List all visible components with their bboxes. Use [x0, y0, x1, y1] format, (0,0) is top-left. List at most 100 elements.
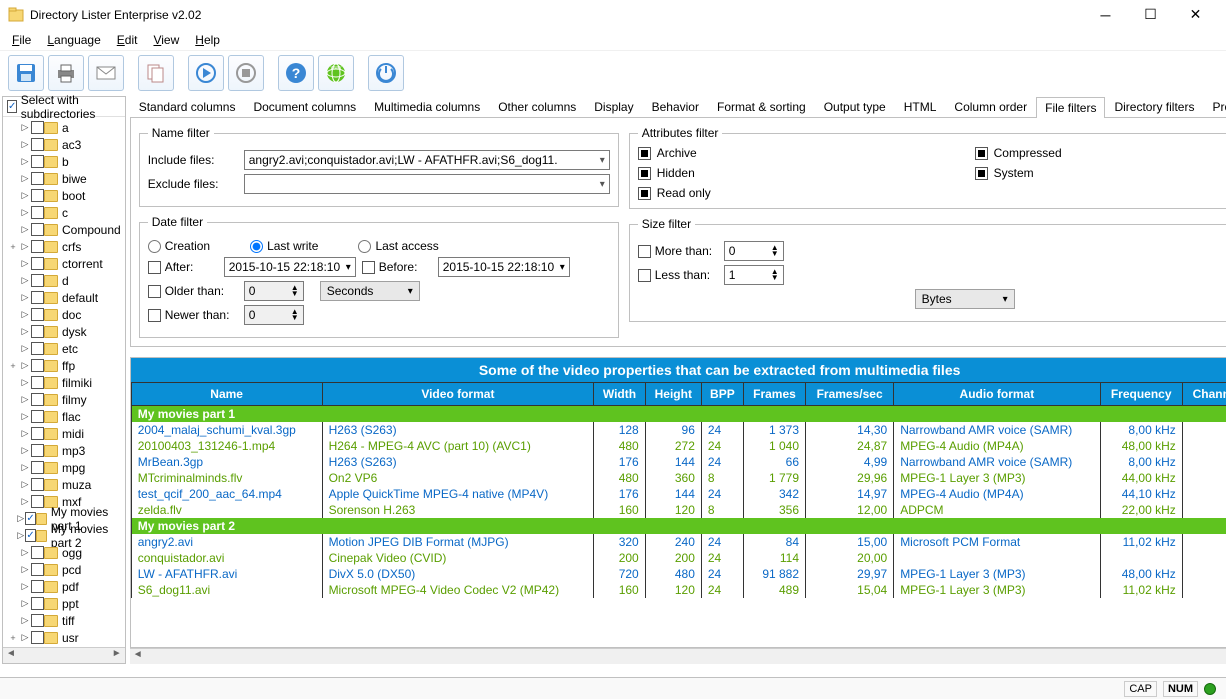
tree-item[interactable]: ▷c — [7, 204, 121, 221]
less-than-checkbox[interactable]: Less than: — [638, 268, 718, 282]
table-row[interactable]: test_qcif_200_aac_64.mp4Apple QuickTime … — [131, 486, 1226, 502]
table-row[interactable]: 2004_malaj_schumi_kval.3gpH263 (S263)128… — [131, 422, 1226, 438]
menu-language[interactable]: Language — [47, 33, 100, 47]
col-header[interactable]: Name — [131, 383, 322, 406]
table-row[interactable]: 20100403_131246-1.mp4H264 - MPEG-4 AVC (… — [131, 438, 1226, 454]
tab-format-sorting[interactable]: Format & sorting — [708, 96, 815, 117]
menu-help[interactable]: Help — [195, 33, 220, 47]
tab-column-order[interactable]: Column order — [945, 96, 1036, 117]
directory-tree[interactable]: ▷a▷ac3▷b▷biwe▷boot▷c▷Compound+▷crfs▷ctor… — [3, 117, 125, 647]
after-date-input[interactable]: 2015-10-15 22:18:10▾ — [224, 257, 356, 277]
radio-last-access[interactable]: Last access — [358, 239, 438, 253]
save-button[interactable] — [8, 55, 44, 91]
email-button[interactable] — [88, 55, 124, 91]
col-header[interactable]: Frames — [743, 383, 805, 406]
tab-file-filters[interactable]: File filters — [1036, 97, 1105, 118]
tab-document-columns[interactable]: Document columns — [244, 96, 365, 117]
minimize-button[interactable]: ─ — [1083, 0, 1128, 30]
attr-system[interactable]: System — [975, 166, 1226, 180]
col-header[interactable]: Audio format — [894, 383, 1100, 406]
maximize-button[interactable]: ☐ — [1128, 0, 1173, 30]
col-header[interactable]: Height — [645, 383, 701, 406]
tree-item[interactable]: ▷a — [7, 119, 121, 136]
attr-compressed[interactable]: Compressed — [975, 146, 1226, 160]
tree-item[interactable]: ▷✓My movies part 2 — [7, 527, 121, 544]
tab-directory-filters[interactable]: Directory filters — [1105, 96, 1203, 117]
attr-archive[interactable]: Archive — [638, 146, 955, 160]
exclude-files-combo[interactable]: ▾ — [244, 174, 610, 194]
tree-item[interactable]: ▷biwe — [7, 170, 121, 187]
older-than-spinner[interactable]: 0▲▼ — [244, 281, 304, 301]
radio-last-write[interactable]: Last write — [250, 239, 318, 253]
before-date-input[interactable]: 2015-10-15 22:18:10▾ — [438, 257, 570, 277]
tree-item[interactable]: +▷ffp — [7, 357, 121, 374]
tree-item[interactable]: ▷ctorrent — [7, 255, 121, 272]
stop-button[interactable] — [228, 55, 264, 91]
tree-item[interactable]: ▷mp3 — [7, 442, 121, 459]
more-than-spinner[interactable]: 0▲▼ — [724, 241, 784, 261]
tree-item[interactable]: ▷b — [7, 153, 121, 170]
close-button[interactable]: ✕ — [1173, 0, 1218, 30]
newer-than-spinner[interactable]: 0▲▼ — [244, 305, 304, 325]
table-row[interactable]: S6_dog11.aviMicrosoft MPEG-4 Video Codec… — [131, 582, 1226, 598]
tree-item[interactable]: ▷ppt — [7, 595, 121, 612]
tree-item[interactable]: ▷filmy — [7, 391, 121, 408]
newer-than-checkbox[interactable]: Newer than: — [148, 308, 238, 322]
less-than-spinner[interactable]: 1▲▼ — [724, 265, 784, 285]
power-button[interactable] — [368, 55, 404, 91]
tree-item[interactable]: ▷ac3 — [7, 136, 121, 153]
results-hscroll[interactable]: ◄► — [130, 648, 1226, 664]
tree-item[interactable]: ▷pdf — [7, 578, 121, 595]
tab-output-type[interactable]: Output type — [815, 96, 895, 117]
older-than-checkbox[interactable]: Older than: — [148, 284, 238, 298]
tree-item[interactable]: ▷muza — [7, 476, 121, 493]
col-header[interactable]: Frames/sec — [806, 383, 894, 406]
table-row[interactable]: LW - AFATHFR.aviDivX 5.0 (DX50)720480249… — [131, 566, 1226, 582]
more-than-checkbox[interactable]: More than: — [638, 244, 718, 258]
tab-other-columns[interactable]: Other columns — [489, 96, 585, 117]
col-header[interactable]: BPP — [701, 383, 743, 406]
attr-hidden[interactable]: Hidden — [638, 166, 955, 180]
select-subdirs-checkbox[interactable]: ✓ Select with subdirectories — [3, 97, 125, 117]
tab-standard-columns[interactable]: Standard columns — [130, 96, 245, 117]
col-header[interactable]: Frequency — [1100, 383, 1182, 406]
tree-hscroll[interactable]: ◄► — [3, 647, 125, 663]
tree-item[interactable]: ▷boot — [7, 187, 121, 204]
tab-html[interactable]: HTML — [895, 96, 946, 117]
col-header[interactable]: Channels — [1182, 383, 1226, 406]
before-checkbox[interactable]: Before: — [362, 260, 432, 274]
col-header[interactable]: Width — [594, 383, 646, 406]
help-button[interactable]: ? — [278, 55, 314, 91]
tree-item[interactable]: ▷tiff — [7, 612, 121, 629]
table-row[interactable]: MrBean.3gpH263 (S263)17614424664,99Narro… — [131, 454, 1226, 470]
tree-item[interactable]: ▷doc — [7, 306, 121, 323]
table-row[interactable]: MTcriminalminds.flvOn2 VP648036081 77929… — [131, 470, 1226, 486]
tree-item[interactable]: ▷filmiki — [7, 374, 121, 391]
col-header[interactable]: Video format — [322, 383, 594, 406]
tree-item[interactable]: ▷Compound — [7, 221, 121, 238]
tab-program-options[interactable]: Program options — [1203, 96, 1226, 117]
tree-item[interactable]: ▷flac — [7, 408, 121, 425]
table-row[interactable]: zelda.flvSorenson H.263160120835612,00AD… — [131, 502, 1226, 518]
table-row[interactable]: conquistador.aviCinepak Video (CVID)2002… — [131, 550, 1226, 566]
time-unit-select[interactable]: Seconds▾ — [320, 281, 420, 301]
menu-edit[interactable]: Edit — [117, 33, 138, 47]
tree-item[interactable]: +▷crfs — [7, 238, 121, 255]
tab-multimedia-columns[interactable]: Multimedia columns — [365, 96, 489, 117]
size-unit-select[interactable]: Bytes▾ — [915, 289, 1015, 309]
tree-item[interactable]: ▷midi — [7, 425, 121, 442]
tree-item[interactable]: +▷usr — [7, 629, 121, 646]
tree-item[interactable]: ▷etc — [7, 340, 121, 357]
tab-behavior[interactable]: Behavior — [643, 96, 708, 117]
table-row[interactable]: angry2.aviMotion JPEG DIB Format (MJPG)3… — [131, 534, 1226, 550]
include-files-combo[interactable]: angry2.avi;conquistador.avi;LW - AFATHFR… — [244, 150, 610, 170]
tree-item[interactable]: ▷default — [7, 289, 121, 306]
attr-readonly[interactable]: Read only — [638, 186, 955, 200]
tree-item[interactable]: ▷mpg — [7, 459, 121, 476]
play-button[interactable] — [188, 55, 224, 91]
print-button[interactable] — [48, 55, 84, 91]
tree-item[interactable]: ▷dysk — [7, 323, 121, 340]
copy-button[interactable] — [138, 55, 174, 91]
menu-view[interactable]: View — [153, 33, 179, 47]
menu-file[interactable]: File — [12, 33, 31, 47]
